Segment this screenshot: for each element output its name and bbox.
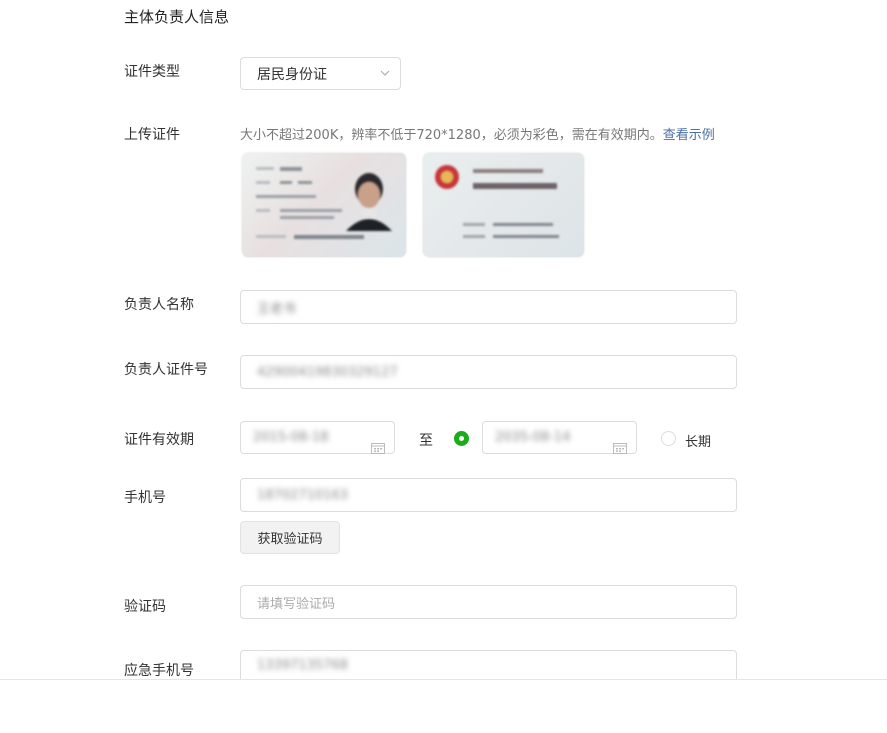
name-value: 王老书	[257, 301, 297, 317]
upload-hint: 大小不超过200K，辨率不低于720*1280，必须为彩色，需在有效期内。查看示…	[240, 124, 715, 143]
id-number-label: 负责人证件号	[124, 362, 208, 378]
code-label: 验证码	[124, 599, 166, 615]
id-card-back-image[interactable]	[423, 153, 584, 257]
upload-hint-text: 大小不超过200K，辨率不低于720*1280，必须为彩色，需在有效期内。	[240, 128, 663, 143]
name-label: 负责人名称	[124, 297, 194, 313]
end-date-value: 2035-08-14	[495, 430, 571, 445]
id-number-input[interactable]: 42900419830329127	[240, 355, 737, 389]
calendar-icon	[371, 443, 385, 454]
code-placeholder: 请填写验证码	[257, 596, 336, 612]
calendar-icon	[613, 443, 627, 454]
long-term-radio[interactable]	[661, 431, 676, 446]
emergency-phone-value: 13397135768	[257, 658, 348, 673]
long-term-label: 长期	[685, 435, 712, 450]
end-date-input[interactable]: 2035-08-14	[482, 421, 637, 454]
id-card-front-image[interactable]	[242, 153, 406, 257]
phone-label: 手机号	[124, 490, 166, 506]
id-card-front-graphic	[256, 167, 392, 239]
name-input[interactable]: 王老书	[240, 290, 737, 324]
id-card-back-graphic	[435, 165, 559, 238]
upload-label: 上传证件	[124, 127, 180, 143]
code-input[interactable]: 请填写验证码	[240, 585, 737, 619]
cert-type-select[interactable]: 居民身份证	[240, 57, 401, 90]
cert-type-label: 证件类型	[124, 64, 180, 80]
end-date-radio[interactable]	[454, 431, 469, 446]
phone-value: 18702710163	[257, 487, 348, 503]
get-code-button[interactable]: 获取验证码	[240, 521, 340, 554]
chevron-down-icon	[380, 70, 390, 76]
to-separator: 至	[419, 433, 433, 449]
view-example-link[interactable]: 查看示例	[663, 128, 715, 143]
validity-label: 证件有效期	[124, 432, 194, 448]
section-title: 主体负责人信息	[124, 8, 230, 26]
emergency-phone-label: 应急手机号	[124, 663, 194, 679]
bottom-divider	[0, 679, 887, 680]
phone-input[interactable]: 18702710163	[240, 478, 737, 512]
start-date-value: 2015-08-18	[253, 430, 329, 445]
emergency-phone-input[interactable]: 13397135768	[240, 650, 737, 680]
cert-type-value: 居民身份证	[257, 66, 327, 83]
start-date-input[interactable]: 2015-08-18	[240, 421, 395, 454]
id-number-value: 42900419830329127	[257, 364, 398, 380]
